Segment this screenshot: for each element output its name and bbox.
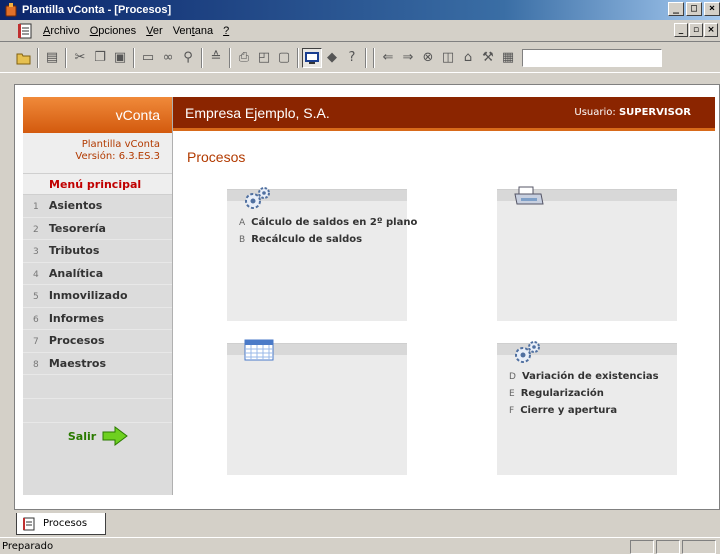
sidebar-brand: vConta: [23, 97, 172, 133]
main-menu-title: Menú principal: [23, 173, 172, 195]
process-regularizacion[interactable]: E Regularización: [509, 388, 659, 399]
user-info: Usuario: SUPERVISOR: [574, 107, 691, 118]
panel-calendario: [227, 339, 407, 475]
tab-strip: Procesos: [14, 513, 720, 535]
title-bar: Plantilla vConta - [Procesos] _ □ ×: [0, 0, 720, 20]
tools-icon[interactable]: ⚒: [478, 48, 498, 68]
refresh-icon[interactable]: ◫: [438, 48, 458, 68]
maximize-button[interactable]: □: [686, 2, 702, 16]
status-bar: Preparado: [0, 537, 720, 554]
small-icon[interactable]: ▦: [498, 48, 518, 68]
magnifier-icon[interactable]: ⚲: [178, 48, 198, 68]
app-version: Versión: 6.3.ES.3: [75, 151, 160, 162]
minimize-button[interactable]: _: [668, 2, 684, 16]
status-pane-3: [682, 540, 716, 554]
status-pane-2: [656, 540, 680, 554]
process-cierre-apertura[interactable]: F Cierre y apertura: [509, 405, 659, 416]
forward-icon[interactable]: ⇒: [398, 48, 418, 68]
sidebar-item-tributos[interactable]: 3 Tributos: [23, 240, 172, 263]
client-area: vConta Plantilla vConta Versión: 6.3.ES.…: [14, 84, 720, 510]
mdi-minimize-button[interactable]: _: [674, 23, 688, 37]
main-header: Empresa Ejemplo, S.A. Usuario: SUPERVISO…: [173, 97, 715, 131]
toolbar: ▤ ✂ ❐ ▣ ▭ ∞ ⚲ ≙ ⎙ ◰ ▢ ◆ ? ⇐ ⇒ ⊗ ◫ ⌂ ⚒ ▦: [0, 43, 720, 73]
eraser-icon[interactable]: ◆: [322, 48, 342, 68]
printer-icon: [514, 186, 544, 205]
main-content: Empresa Ejemplo, S.A. Usuario: SUPERVISO…: [173, 97, 715, 495]
sum-icon[interactable]: ≙: [206, 48, 226, 68]
open-icon[interactable]: [14, 48, 34, 68]
sidebar-item-maestros[interactable]: 8 Maestros: [23, 352, 172, 375]
print-icon[interactable]: ⎙: [234, 48, 254, 68]
binoculars-icon[interactable]: ∞: [158, 48, 178, 68]
mdi-restore-button[interactable]: ▫: [689, 23, 703, 37]
mdi-document-icon[interactable]: [18, 23, 34, 39]
sidebar-item-analitica[interactable]: 4 Analítica: [23, 262, 172, 285]
tab-procesos[interactable]: Procesos: [16, 513, 106, 535]
edit-icon[interactable]: ▤: [42, 48, 62, 68]
app-name: Plantilla vConta: [81, 139, 160, 150]
sidebar-version-box: Plantilla vConta Versión: 6.3.ES.3: [23, 133, 172, 173]
sidebar-item-procesos[interactable]: 7 Procesos: [23, 330, 172, 353]
menu-archivo[interactable]: Archivo: [38, 25, 85, 37]
toolbar-input[interactable]: [522, 48, 662, 67]
sidebar-item-informes[interactable]: 6 Informes: [23, 307, 172, 330]
stop-icon[interactable]: ⊗: [418, 48, 438, 68]
form-icon[interactable]: ▢: [274, 48, 294, 68]
sidebar-item-asientos[interactable]: 1 Asientos: [23, 195, 172, 218]
panel-calculos: A Cálculo de saldos en 2º plano B Recálcul…: [227, 187, 417, 321]
arrow-right-icon: [102, 426, 128, 446]
status-pane-1: [630, 540, 654, 554]
gears-icon: [515, 341, 540, 363]
copy-icon[interactable]: ❐: [90, 48, 110, 68]
menu-ver[interactable]: Ver: [141, 25, 168, 37]
process-variacion-existencias[interactable]: D Variación de existencias: [509, 371, 659, 382]
home-icon[interactable]: ⌂: [458, 48, 478, 68]
page-title: Procesos: [187, 149, 246, 165]
mdi-close-button[interactable]: ×: [704, 23, 718, 37]
exit-label: Salir: [67, 429, 97, 443]
sidebar-item-inmovilizado[interactable]: 5 Inmovilizado: [23, 285, 172, 308]
help-icon[interactable]: ?: [342, 48, 362, 68]
gears-icon: [245, 187, 270, 209]
company-name: Empresa Ejemplo, S.A.: [185, 104, 330, 121]
window-icon[interactable]: ▭: [138, 48, 158, 68]
process-recalculo-saldos[interactable]: B Recálculo de saldos: [239, 234, 417, 245]
print-preview-icon[interactable]: ◰: [254, 48, 274, 68]
process-calculo-saldos[interactable]: A Cálculo de saldos en 2º plano: [239, 217, 417, 228]
menu-bar: Archivo Opciones Ver Ventana ? _ ▫ ×: [0, 20, 720, 42]
cut-icon[interactable]: ✂: [70, 48, 90, 68]
back-icon[interactable]: ⇐: [378, 48, 398, 68]
panel-impresion: [497, 186, 677, 321]
window-title: Plantilla vConta - [Procesos]: [22, 4, 172, 16]
document-icon: [23, 517, 35, 530]
close-button[interactable]: ×: [704, 2, 720, 16]
paste-icon[interactable]: ▣: [110, 48, 130, 68]
exit-button[interactable]: Salir: [23, 421, 173, 451]
calendar-icon: [244, 339, 274, 361]
panel-cierre: D Variación de existencias E Regularizació…: [497, 341, 677, 475]
status-text: Preparado: [2, 540, 54, 552]
sidebar: vConta Plantilla vConta Versión: 6.3.ES.…: [23, 97, 173, 495]
monitor-icon[interactable]: [302, 47, 322, 68]
sidebar-item-tesoreria[interactable]: 2 Tesorería: [23, 217, 172, 240]
app-icon: [5, 3, 17, 17]
menu-ventana[interactable]: Ventana: [168, 25, 218, 37]
menu-help[interactable]: ?: [218, 25, 234, 37]
menu-opciones[interactable]: Opciones: [85, 25, 141, 37]
